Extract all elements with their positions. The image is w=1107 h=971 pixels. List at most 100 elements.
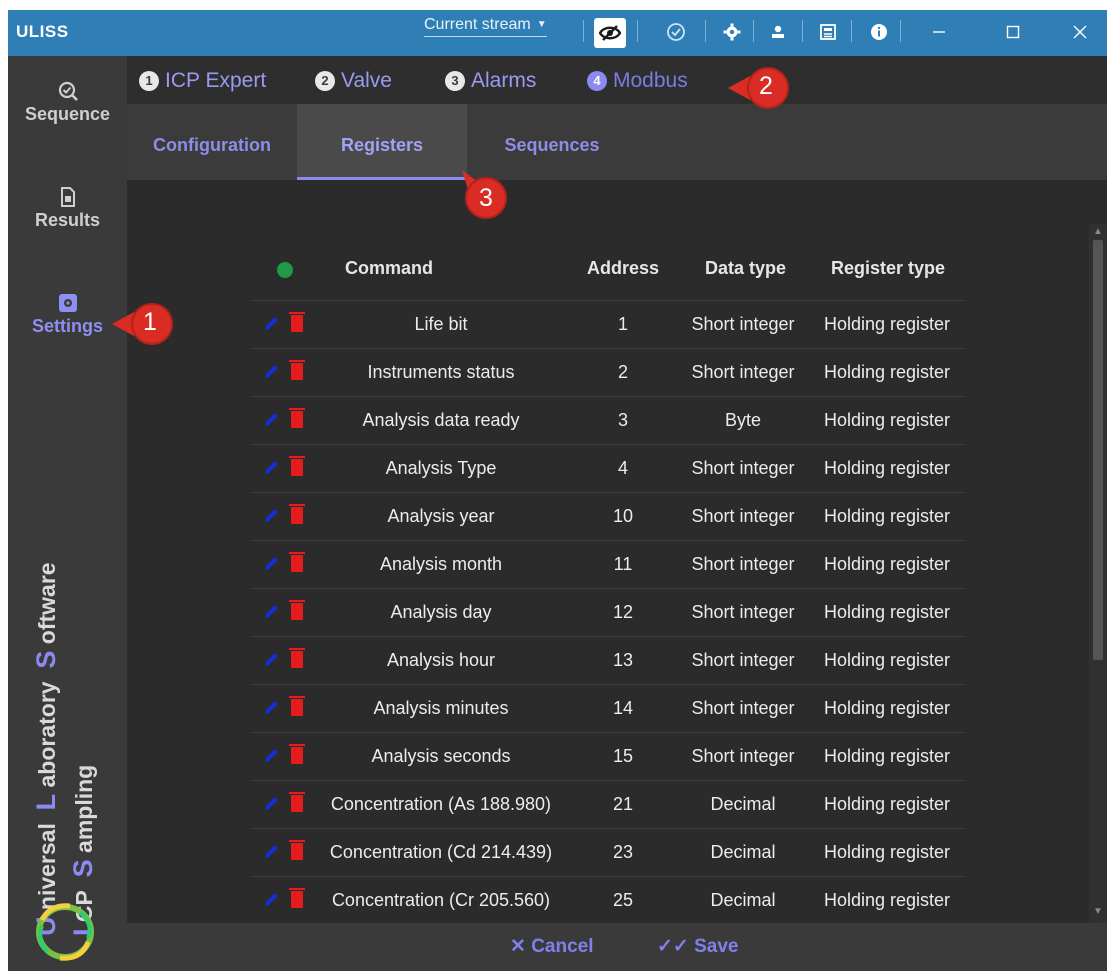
- document-icon: [60, 187, 75, 207]
- cell-data-type: Short integer: [691, 362, 795, 382]
- cell-command: Analysis data ready: [362, 410, 520, 430]
- divider: [705, 20, 706, 42]
- scroll-up-icon[interactable]: ▲: [1091, 226, 1105, 240]
- table-row: Analysis hour 13 Short integer Holding regi…: [251, 636, 965, 684]
- delete-icon[interactable]: [289, 456, 305, 476]
- cell-data-type: Short integer: [691, 554, 795, 574]
- minimize-icon[interactable]: [927, 20, 951, 44]
- registers-table: Command Address Data type Register type …: [251, 240, 965, 924]
- cell-address: 12: [612, 602, 634, 622]
- cell-address: 13: [612, 650, 634, 670]
- edit-icon[interactable]: [263, 652, 279, 668]
- edit-icon[interactable]: [263, 508, 279, 524]
- cell-command: Concentration (As 188.980): [330, 794, 552, 814]
- edit-icon[interactable]: [263, 460, 279, 476]
- check-circle-icon[interactable]: [664, 20, 688, 44]
- delete-icon[interactable]: [289, 648, 305, 668]
- table-row: Analysis Type 4 Short integer Holding regis…: [251, 444, 965, 492]
- app-window: ULISS Current stream ▼ Sequence Results …: [8, 10, 1107, 971]
- divider: [583, 20, 584, 42]
- divider: [753, 20, 754, 42]
- delete-icon[interactable]: [289, 888, 305, 908]
- delete-icon[interactable]: [289, 744, 305, 764]
- cell-data-type: Short integer: [691, 650, 795, 670]
- report-icon[interactable]: [816, 20, 840, 44]
- tab-alarms[interactable]: 3 Alarms: [445, 69, 536, 93]
- scroll-down-icon[interactable]: ▼: [1091, 906, 1105, 920]
- delete-icon[interactable]: [289, 840, 305, 860]
- sidebar-item-sequence[interactable]: Sequence: [8, 80, 127, 125]
- divider: [637, 20, 638, 42]
- tab-registers[interactable]: Registers: [297, 104, 467, 180]
- delete-icon[interactable]: [289, 696, 305, 716]
- cell-address: 14: [612, 698, 634, 718]
- column-header-address: Address: [587, 258, 660, 278]
- edit-icon[interactable]: [263, 364, 279, 380]
- maximize-icon[interactable]: [1001, 20, 1025, 44]
- stream-select[interactable]: Current stream ▼: [424, 16, 547, 37]
- table-row: Life bit 1 Short integer Holding register: [251, 300, 965, 348]
- info-icon[interactable]: [867, 20, 891, 44]
- gear-icon[interactable]: [720, 20, 744, 44]
- cell-register-type: Holding register: [823, 458, 951, 478]
- cancel-button[interactable]: ✕ Cancel: [510, 935, 594, 958]
- tab-modbus[interactable]: 4 Modbus: [587, 69, 688, 93]
- sidebar: Sequence Results Settings U niversal L a…: [8, 56, 127, 971]
- cell-data-type: Short integer: [691, 458, 795, 478]
- tab-icp-expert[interactable]: 1 ICP Expert: [139, 69, 266, 93]
- tab-configuration[interactable]: Configuration: [127, 104, 297, 180]
- edit-icon[interactable]: [263, 748, 279, 764]
- edit-icon[interactable]: [263, 316, 279, 332]
- cell-command: Instruments status: [367, 362, 515, 382]
- table-row: Analysis data ready 3 Byte Holding register: [251, 396, 965, 444]
- edit-icon[interactable]: [263, 700, 279, 716]
- delete-icon[interactable]: [289, 552, 305, 572]
- table-body: Life bit 1 Short integer Holding register In…: [251, 300, 965, 924]
- cell-command: Analysis seconds: [371, 746, 511, 766]
- cell-register-type: Holding register: [823, 506, 951, 526]
- delete-icon[interactable]: [289, 792, 305, 812]
- tab-valve[interactable]: 2 Valve: [315, 69, 392, 93]
- cell-register-type: Holding register: [823, 314, 951, 334]
- cell-command: Concentration (Cr 205.560): [331, 890, 551, 910]
- cell-data-type: Byte: [724, 410, 762, 430]
- edit-icon[interactable]: [263, 844, 279, 860]
- delete-icon[interactable]: [289, 312, 305, 332]
- cell-address: 23: [612, 842, 634, 862]
- app-title: ULISS: [16, 22, 69, 41]
- edit-icon[interactable]: [263, 556, 279, 572]
- eye-off-icon[interactable]: [594, 18, 626, 48]
- callout-2: 2: [728, 66, 789, 112]
- sidebar-item-label: Sequence: [24, 104, 111, 124]
- close-icon[interactable]: [1068, 20, 1092, 44]
- delete-icon[interactable]: [289, 504, 305, 524]
- callout-3: 3: [462, 170, 508, 224]
- scrollbar-thumb[interactable]: [1093, 240, 1103, 660]
- edit-icon[interactable]: [263, 796, 279, 812]
- cell-register-type: Holding register: [823, 410, 951, 430]
- delete-icon[interactable]: [289, 408, 305, 428]
- cell-command: Analysis minutes: [373, 698, 509, 718]
- cell-register-type: Holding register: [823, 842, 951, 862]
- user-icon[interactable]: [766, 20, 790, 44]
- cell-data-type: Short integer: [691, 746, 795, 766]
- delete-icon[interactable]: [289, 600, 305, 620]
- table-row: Analysis minutes 14 Short integer Holding r…: [251, 684, 965, 732]
- cell-register-type: Holding register: [823, 890, 951, 910]
- cell-command: Life bit: [414, 314, 468, 334]
- logo-icon: [36, 903, 94, 961]
- edit-icon[interactable]: [263, 892, 279, 908]
- edit-icon[interactable]: [263, 604, 279, 620]
- cell-command: Analysis year: [387, 506, 495, 526]
- double-check-icon: ✓✓: [657, 936, 695, 957]
- cell-command: Concentration (Cd 214.439): [329, 842, 553, 862]
- delete-icon[interactable]: [289, 360, 305, 380]
- column-header-command: Command: [345, 258, 434, 278]
- edit-icon[interactable]: [263, 412, 279, 428]
- table-row: Concentration (As 188.980) 21 Decimal Holdi…: [251, 780, 965, 828]
- column-header-register-type: Register type: [831, 258, 946, 278]
- sidebar-item-results[interactable]: Results: [8, 186, 127, 231]
- add-register-button[interactable]: [277, 262, 293, 278]
- brand-text: U niversal L aboratory S oftware I CP S …: [28, 416, 102, 936]
- save-button[interactable]: ✓✓ Save: [657, 935, 739, 958]
